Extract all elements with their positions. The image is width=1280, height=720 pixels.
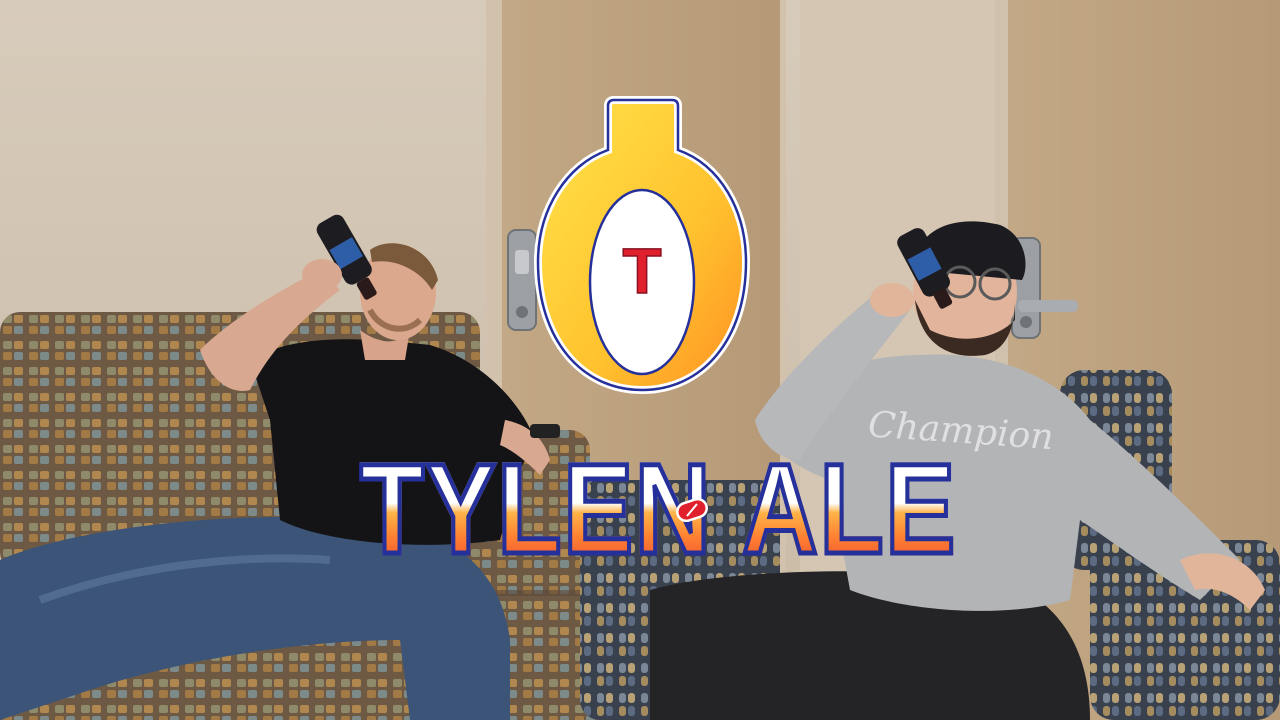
room-scene: Champion T [0, 0, 1280, 720]
door-handle-left [507, 229, 537, 331]
product-title: TYLEN ALE [0, 437, 1280, 582]
pill-icon [676, 498, 708, 522]
video-frame: Champion T TYLEN ALE [0, 0, 1280, 720]
logo-badge-letter: T [622, 235, 661, 307]
title-word-right: ALE [740, 437, 957, 582]
title-word-left: TYLEN [358, 437, 713, 582]
